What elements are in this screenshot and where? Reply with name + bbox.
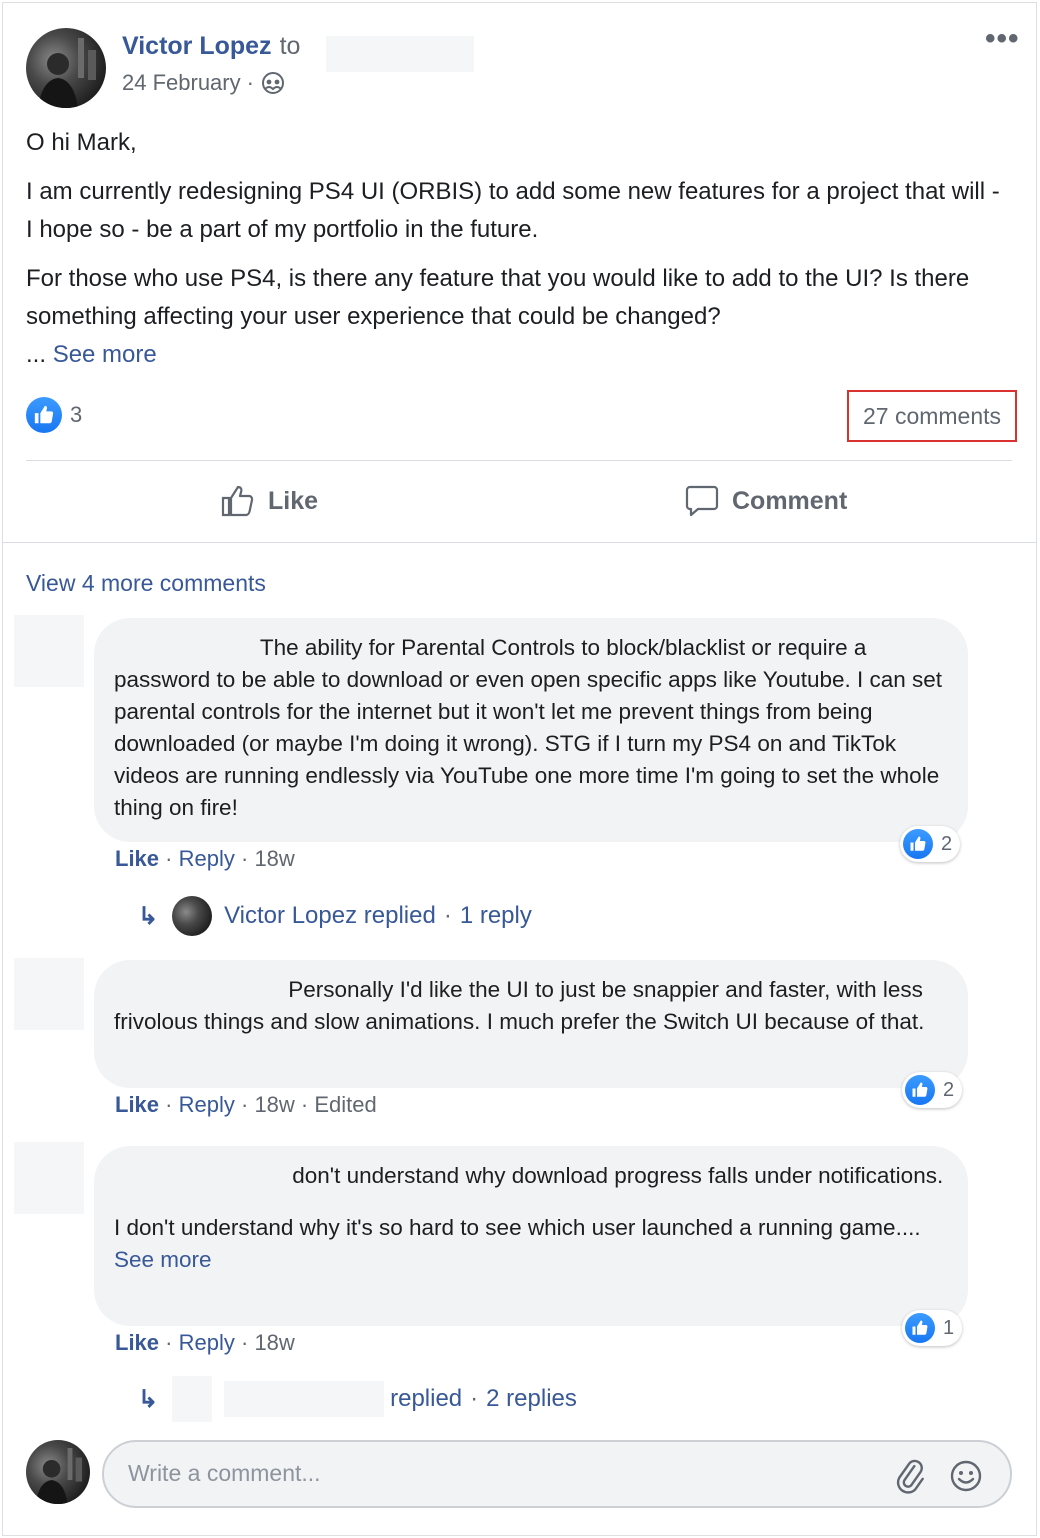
reaction-count[interactable]: 3 [70, 402, 82, 428]
like-reaction-icon [905, 1313, 935, 1343]
thumbs-up-icon [220, 483, 256, 519]
comment-meta: Like · Reply · 18w [115, 1330, 295, 1356]
meta-separator: · [165, 1092, 173, 1117]
reply-count: 1 reply [459, 902, 532, 929]
comments-count[interactable]: 27 comments [847, 390, 1017, 442]
to-word: to [279, 32, 301, 60]
view-replies-link[interactable]: ↳ Victor Lopez replied · 1 reply [138, 896, 532, 936]
commenter-avatar[interactable] [14, 1142, 84, 1214]
commenter-avatar[interactable] [14, 958, 84, 1030]
comment-meta: Like · Reply · 18w · Edited [115, 1092, 377, 1118]
comment-text: The ability for Parental Controls to blo… [114, 635, 943, 820]
comment-reactions[interactable]: 2 [902, 1072, 963, 1108]
ellipsis: ... [26, 341, 47, 368]
comment-time[interactable]: 18w [254, 1092, 294, 1117]
write-comment-placeholder: Write a comment... [128, 1460, 321, 1486]
comment-reply-link[interactable]: Reply [179, 1330, 235, 1355]
comment-time[interactable]: 18w [254, 1330, 294, 1355]
meta-separator: · [165, 1330, 173, 1355]
post-body: O hi Mark, I am currently redesigning PS… [26, 124, 1006, 374]
meta-separator: · [240, 1092, 249, 1117]
view-more-comments-link[interactable]: View 4 more comments [26, 570, 266, 597]
meta-separator: · [470, 1385, 479, 1412]
comment-text: I don't understand why it's so hard to s… [114, 1215, 902, 1240]
like-button[interactable]: Like [220, 480, 318, 522]
post-paragraph: For those who use PS4, is there any feat… [26, 260, 1006, 374]
comment-label: Comment [732, 486, 848, 515]
redacted-commenter-name[interactable] [114, 980, 282, 1003]
comment-like-link[interactable]: Like [115, 1092, 159, 1117]
author-avatar[interactable] [26, 28, 106, 108]
current-user-avatar[interactable] [26, 1440, 90, 1504]
meta-separator: · [240, 1330, 249, 1355]
redacted-commenter-name[interactable] [114, 1166, 286, 1189]
comment-reactions[interactable]: 1 [902, 1310, 963, 1346]
redacted-recipient [326, 36, 474, 72]
more-dots-icon[interactable]: ••• [985, 22, 1020, 56]
like-label: Like [268, 486, 319, 515]
attachment-icon[interactable] [892, 1458, 928, 1499]
comment-like-link[interactable]: Like [115, 1330, 159, 1355]
divider [2, 542, 1037, 543]
meta-separator: · [300, 1092, 309, 1117]
comment-button[interactable]: Comment [684, 480, 847, 522]
like-reaction-icon [903, 829, 933, 859]
replier-name: Victor Lopez [224, 902, 358, 929]
meta-separator: · [443, 902, 452, 929]
meta-separator: · [240, 846, 249, 871]
friends-icon[interactable] [260, 70, 286, 96]
replied-word: replied [390, 1385, 463, 1412]
ellipsis: ... [901, 1215, 921, 1240]
post-paragraph: O hi Mark, [26, 129, 137, 156]
post-paragraph-text: For those who use PS4, is there any feat… [26, 265, 970, 330]
like-reaction-icon[interactable] [26, 397, 62, 433]
write-comment-input[interactable]: Write a comment... [102, 1440, 1012, 1508]
comment-reaction-count: 1 [943, 1316, 955, 1339]
comment-reaction-count: 2 [943, 1078, 955, 1101]
replier-avatar [172, 1376, 213, 1422]
comment-meta: Like · Reply · 18w [115, 846, 295, 872]
comment-reactions[interactable]: 2 [900, 826, 961, 862]
replier-avatar [172, 896, 213, 936]
redacted-replier-name [224, 1381, 385, 1417]
date-separator: · [246, 70, 254, 95]
author-name[interactable]: Victor Lopez [122, 32, 272, 61]
post-date[interactable]: 24 February [122, 70, 241, 96]
comment-bubble: The ability for Parental Controls to blo… [94, 618, 968, 842]
comment-reaction-count: 2 [941, 832, 953, 855]
divider [26, 460, 1012, 461]
comment-text: don't understand why download progress f… [292, 1163, 944, 1188]
reply-count: 2 replies [486, 1385, 577, 1412]
comment-reply-link[interactable]: Reply [179, 846, 235, 871]
meta-separator: · [165, 846, 173, 871]
emoji-icon[interactable] [948, 1458, 984, 1499]
edited-label[interactable]: Edited [314, 1092, 376, 1117]
comment-time[interactable]: 18w [254, 846, 294, 871]
redacted-commenter-name[interactable] [114, 638, 254, 661]
replied-word: replied [363, 902, 436, 929]
comment-bubble: don't understand why download progress f… [94, 1146, 968, 1326]
comment-like-link[interactable]: Like [115, 846, 159, 871]
like-reaction-icon [905, 1075, 935, 1105]
commenter-avatar[interactable] [14, 615, 84, 687]
comment-bubble: Personally I'd like the UI to just be sn… [94, 960, 968, 1088]
reply-arrow-icon: ↳ [138, 902, 159, 930]
see-more-link[interactable]: See more [114, 1247, 212, 1272]
comment-bubble-icon [684, 483, 720, 519]
see-more-link[interactable]: See more [53, 341, 157, 368]
comment-reply-link[interactable]: Reply [179, 1092, 235, 1117]
reply-arrow-icon: ↳ [138, 1385, 159, 1413]
post-paragraph: I am currently redesigning PS4 UI (ORBIS… [26, 178, 1000, 243]
view-replies-link[interactable]: ↳ replied · 2 replies [138, 1376, 577, 1422]
